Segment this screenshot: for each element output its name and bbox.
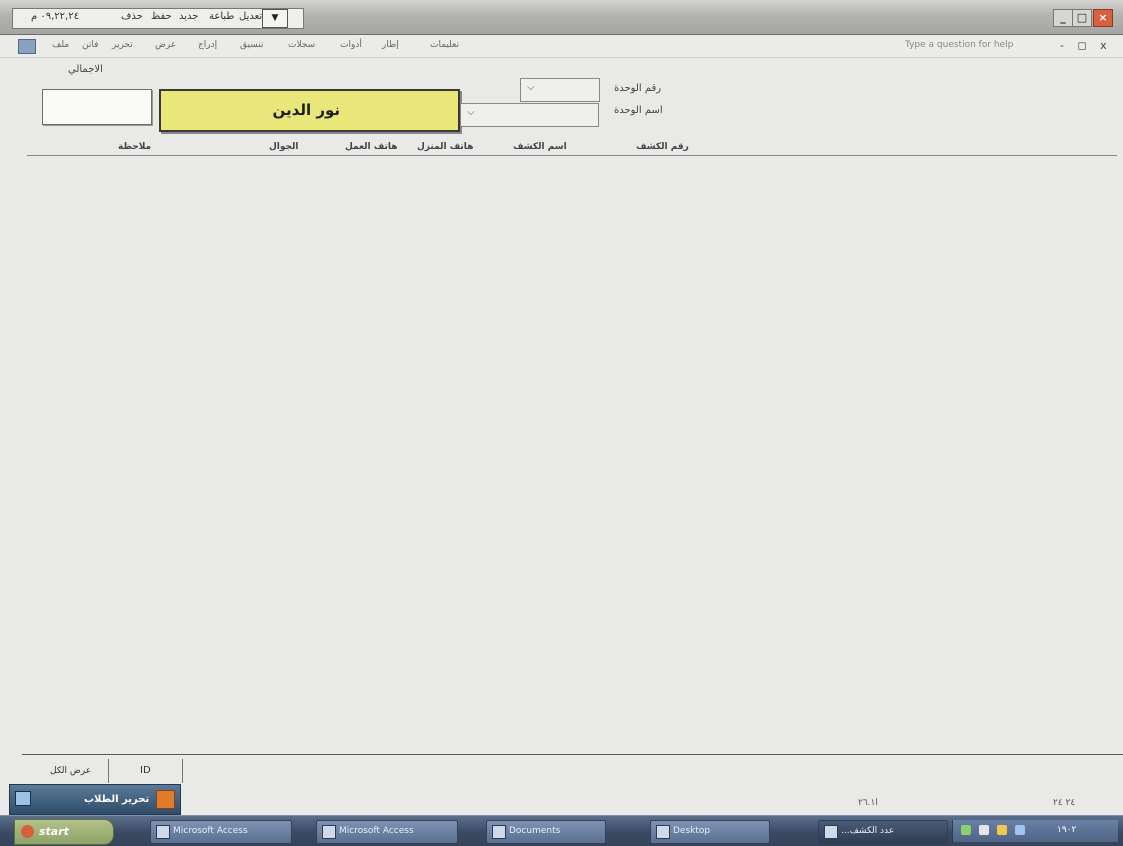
start-label: start — [39, 825, 69, 838]
security-icon[interactable] — [997, 825, 1007, 835]
menu-insert[interactable]: إدراج — [198, 40, 217, 50]
volume-icon[interactable] — [979, 825, 989, 835]
close-icon[interactable]: × — [1093, 9, 1113, 27]
windows-logo-icon — [21, 825, 34, 838]
menu-view[interactable]: عرض — [155, 40, 176, 50]
maximize-icon[interactable]: □ — [1072, 9, 1092, 27]
menu-help[interactable]: تعليمات — [430, 40, 459, 50]
column-header-list-name: اسم الكشف — [513, 142, 567, 152]
header-divider — [27, 155, 1117, 156]
app-icon — [322, 825, 336, 839]
menu-records[interactable]: سجلات — [288, 40, 315, 50]
total-field[interactable] — [42, 89, 152, 125]
taskbar-item[interactable]: Documents — [486, 820, 606, 844]
start-button[interactable]: start — [14, 819, 114, 845]
folder-icon — [492, 825, 506, 839]
menu-edit[interactable]: تحرير — [112, 40, 133, 50]
menu-format[interactable]: تنسيق — [240, 40, 263, 50]
title-bar: ٠٩,٢٢,٢٤ م حذف حفظ جديد طباعة تعديل ▼ _ … — [0, 0, 1123, 35]
qat-item-print[interactable]: طباعة — [209, 11, 234, 22]
status-right-text: ٢٤ ٢٤ — [1053, 798, 1076, 808]
menu-faten[interactable]: فاتن — [82, 40, 98, 50]
taskbar-item-label: Microsoft Access — [339, 826, 414, 836]
taskbar: start Microsoft Access Microsoft Access … — [0, 815, 1123, 846]
panel-title-label: تحرير الطلاب — [84, 794, 150, 805]
menu-window[interactable]: إطار — [382, 40, 399, 50]
taskbar-item[interactable]: Microsoft Access — [316, 820, 458, 844]
status-left-text: ا٢٦.١ — [858, 798, 878, 808]
taskbar-item[interactable]: Microsoft Access — [150, 820, 292, 844]
help-search-input[interactable]: Type a question for help — [905, 40, 1013, 50]
network-icon[interactable] — [961, 825, 971, 835]
taskbar-item-active[interactable]: ...عدد الكشف — [818, 820, 948, 844]
app-icon — [824, 825, 838, 839]
minimize-icon[interactable]: _ — [1053, 9, 1073, 27]
qat-item-save[interactable]: حفظ — [151, 11, 172, 22]
app-icon — [156, 825, 170, 839]
unit-name-combo[interactable]: ⌵ — [460, 103, 599, 127]
record-nav-label: ID — [140, 765, 151, 776]
qat-item-edit[interactable]: تعديل — [239, 11, 262, 22]
unit-name-label: اسم الوحدة — [614, 105, 663, 116]
form-icon — [15, 791, 31, 806]
folder-icon — [656, 825, 670, 839]
system-tray: ١٩٠٢ — [952, 820, 1118, 842]
view-all-label: عرض الكل — [50, 766, 92, 776]
taskbar-item-label: Desktop — [673, 826, 711, 836]
record-navigator[interactable]: ID — [118, 759, 183, 783]
chevron-down-icon[interactable]: ⌵ — [467, 107, 475, 118]
column-header-list-number: رقم الكشف — [636, 142, 689, 152]
unit-id-combo[interactable]: ⌵ — [520, 78, 600, 102]
menu-bar: ملف فاتن تحرير عرض إدراج تنسيق سجلات أدو… — [0, 35, 1123, 58]
qat-item-delete[interactable]: حذف — [121, 11, 143, 22]
language-icon[interactable] — [1015, 825, 1025, 835]
unit-id-label: رقم الوحدة — [614, 83, 662, 94]
column-header-mobile: الجوال — [269, 142, 299, 152]
mdi-window-controls[interactable]: - ◻ x — [1060, 39, 1112, 52]
column-header-work-phone: هاتف العمل — [345, 142, 398, 152]
column-header-home-phone: هاتف المنزل — [417, 142, 474, 152]
name-field[interactable]: نور الدين — [159, 89, 460, 132]
taskbar-item-label: Documents — [509, 826, 561, 836]
qat-item-new[interactable]: جديد — [179, 11, 198, 22]
chevron-down-icon[interactable]: ⌵ — [527, 82, 535, 93]
taskbar-item-label: Microsoft Access — [173, 826, 248, 836]
clock: ١٩٠٢ — [1057, 825, 1077, 835]
total-label: الاجمالي — [68, 64, 103, 75]
name-value: نور الدين — [272, 101, 340, 119]
view-all-button[interactable]: عرض الكل — [22, 759, 109, 783]
menu-tools[interactable]: أدوات — [340, 40, 362, 50]
access-logo-icon — [156, 790, 175, 809]
quick-access-toolbar: ٠٩,٢٢,٢٤ م حذف حفظ جديد طباعة تعديل — [12, 8, 304, 29]
taskbar-item-label: ...عدد الكشف — [841, 826, 895, 836]
taskbar-item[interactable]: Desktop — [650, 820, 770, 844]
minimized-form-panel[interactable]: تحرير الطلاب — [9, 784, 181, 815]
footer-divider — [22, 754, 1123, 755]
qat-time: ٠٩,٢٢,٢٤ م — [31, 11, 79, 22]
column-header-note: ملاحظة — [118, 142, 152, 152]
menu-file[interactable]: ملف — [52, 40, 69, 50]
qat-dropdown-icon[interactable]: ▼ — [262, 9, 288, 28]
document-icon[interactable] — [18, 39, 36, 54]
